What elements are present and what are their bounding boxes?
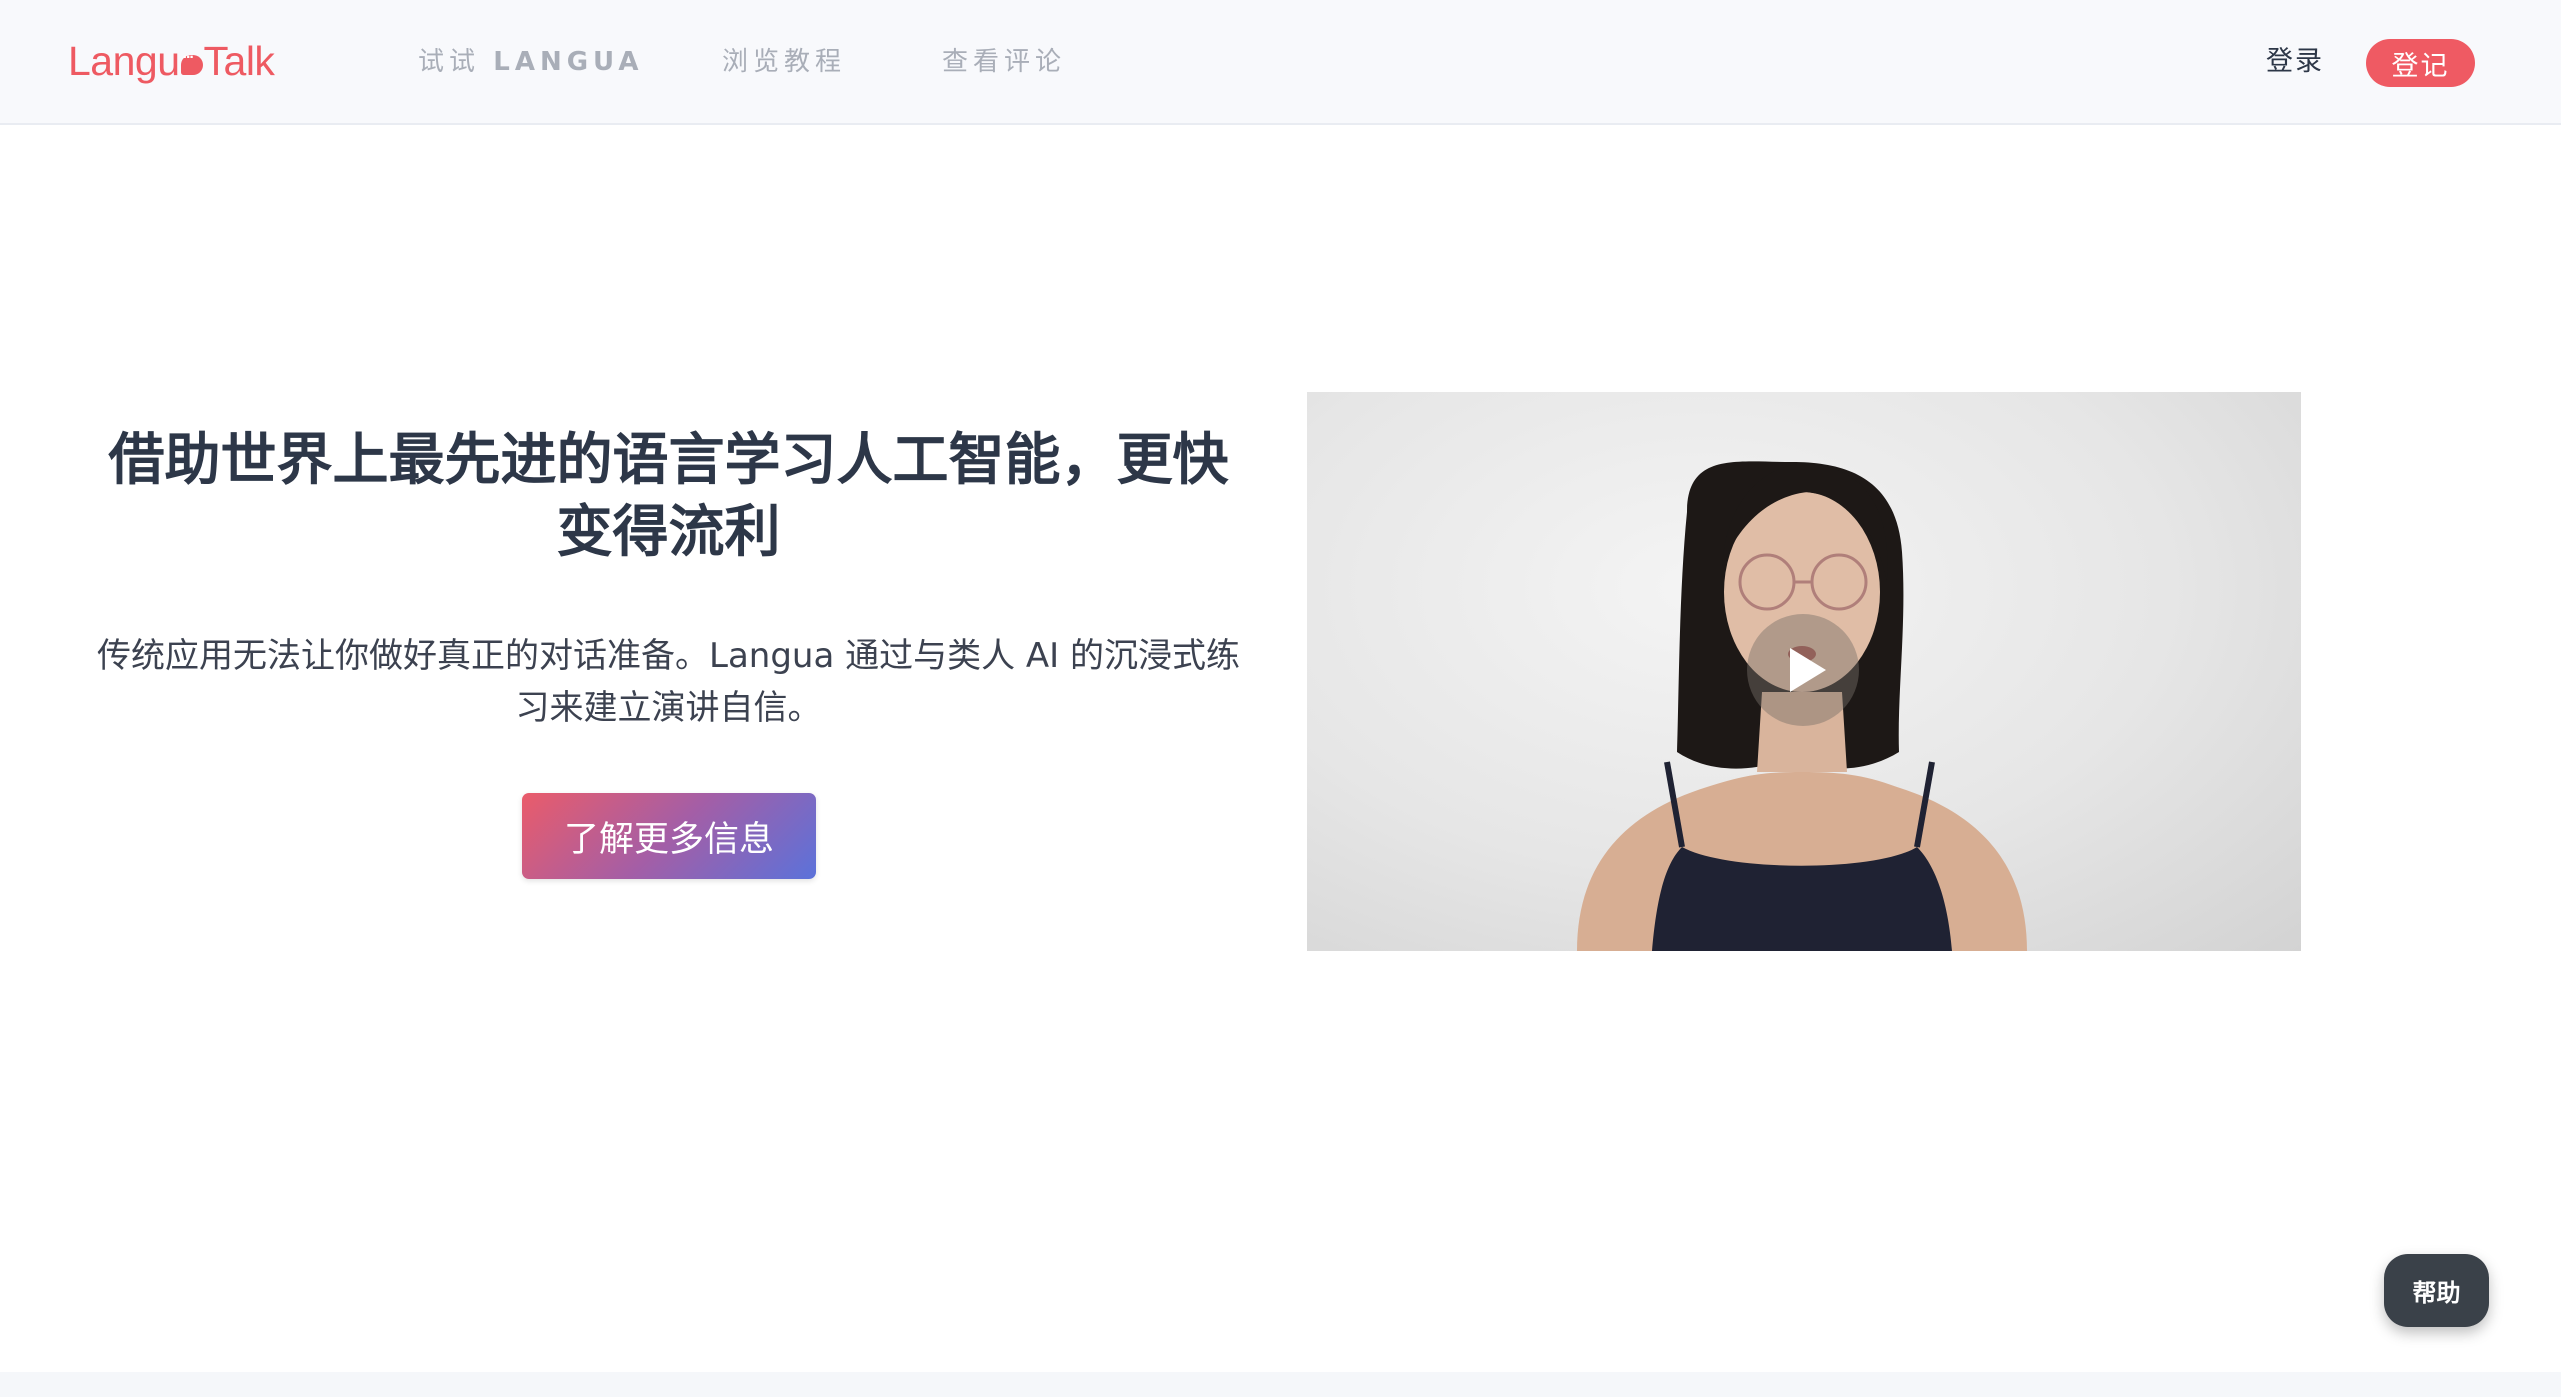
- footer-strip: [0, 1372, 2561, 1397]
- help-button[interactable]: 帮助: [2384, 1254, 2489, 1327]
- chat-bubble-icon: [180, 45, 203, 75]
- login-link[interactable]: 登录: [2266, 42, 2324, 82]
- nav-item-view-reviews[interactable]: 查看评论: [942, 42, 1066, 82]
- logo-text-part2: Talk: [203, 37, 275, 84]
- hero-title: 借助世界上最先进的语言学习人工智能，更快变得流利: [108, 428, 1229, 565]
- nav-item-try-prefix: 试试: [418, 47, 494, 77]
- nav-item-browse-tutorials[interactable]: 浏览教程: [722, 42, 846, 82]
- learn-more-button[interactable]: 了解更多信息: [522, 793, 816, 879]
- logo-text-part1: Langu: [68, 37, 180, 84]
- hero-subtitle: 传统应用无法让你做好真正的对话准备。Langua 通过与类人 AI 的沉浸式练习…: [97, 636, 1240, 728]
- nav-item-try-langua[interactable]: 试试 LANGUA: [418, 42, 644, 82]
- play-icon[interactable]: [1747, 614, 1859, 726]
- top-navbar: Langu Talk 试试 LANGUA 浏览教程 查看评论 登录 登记: [0, 0, 2561, 125]
- nav-item-try-brand: LANGUA: [493, 47, 644, 77]
- intro-video[interactable]: [1307, 392, 2301, 951]
- signup-button[interactable]: 登记: [2366, 39, 2475, 87]
- brand-logo[interactable]: Langu Talk: [68, 36, 275, 86]
